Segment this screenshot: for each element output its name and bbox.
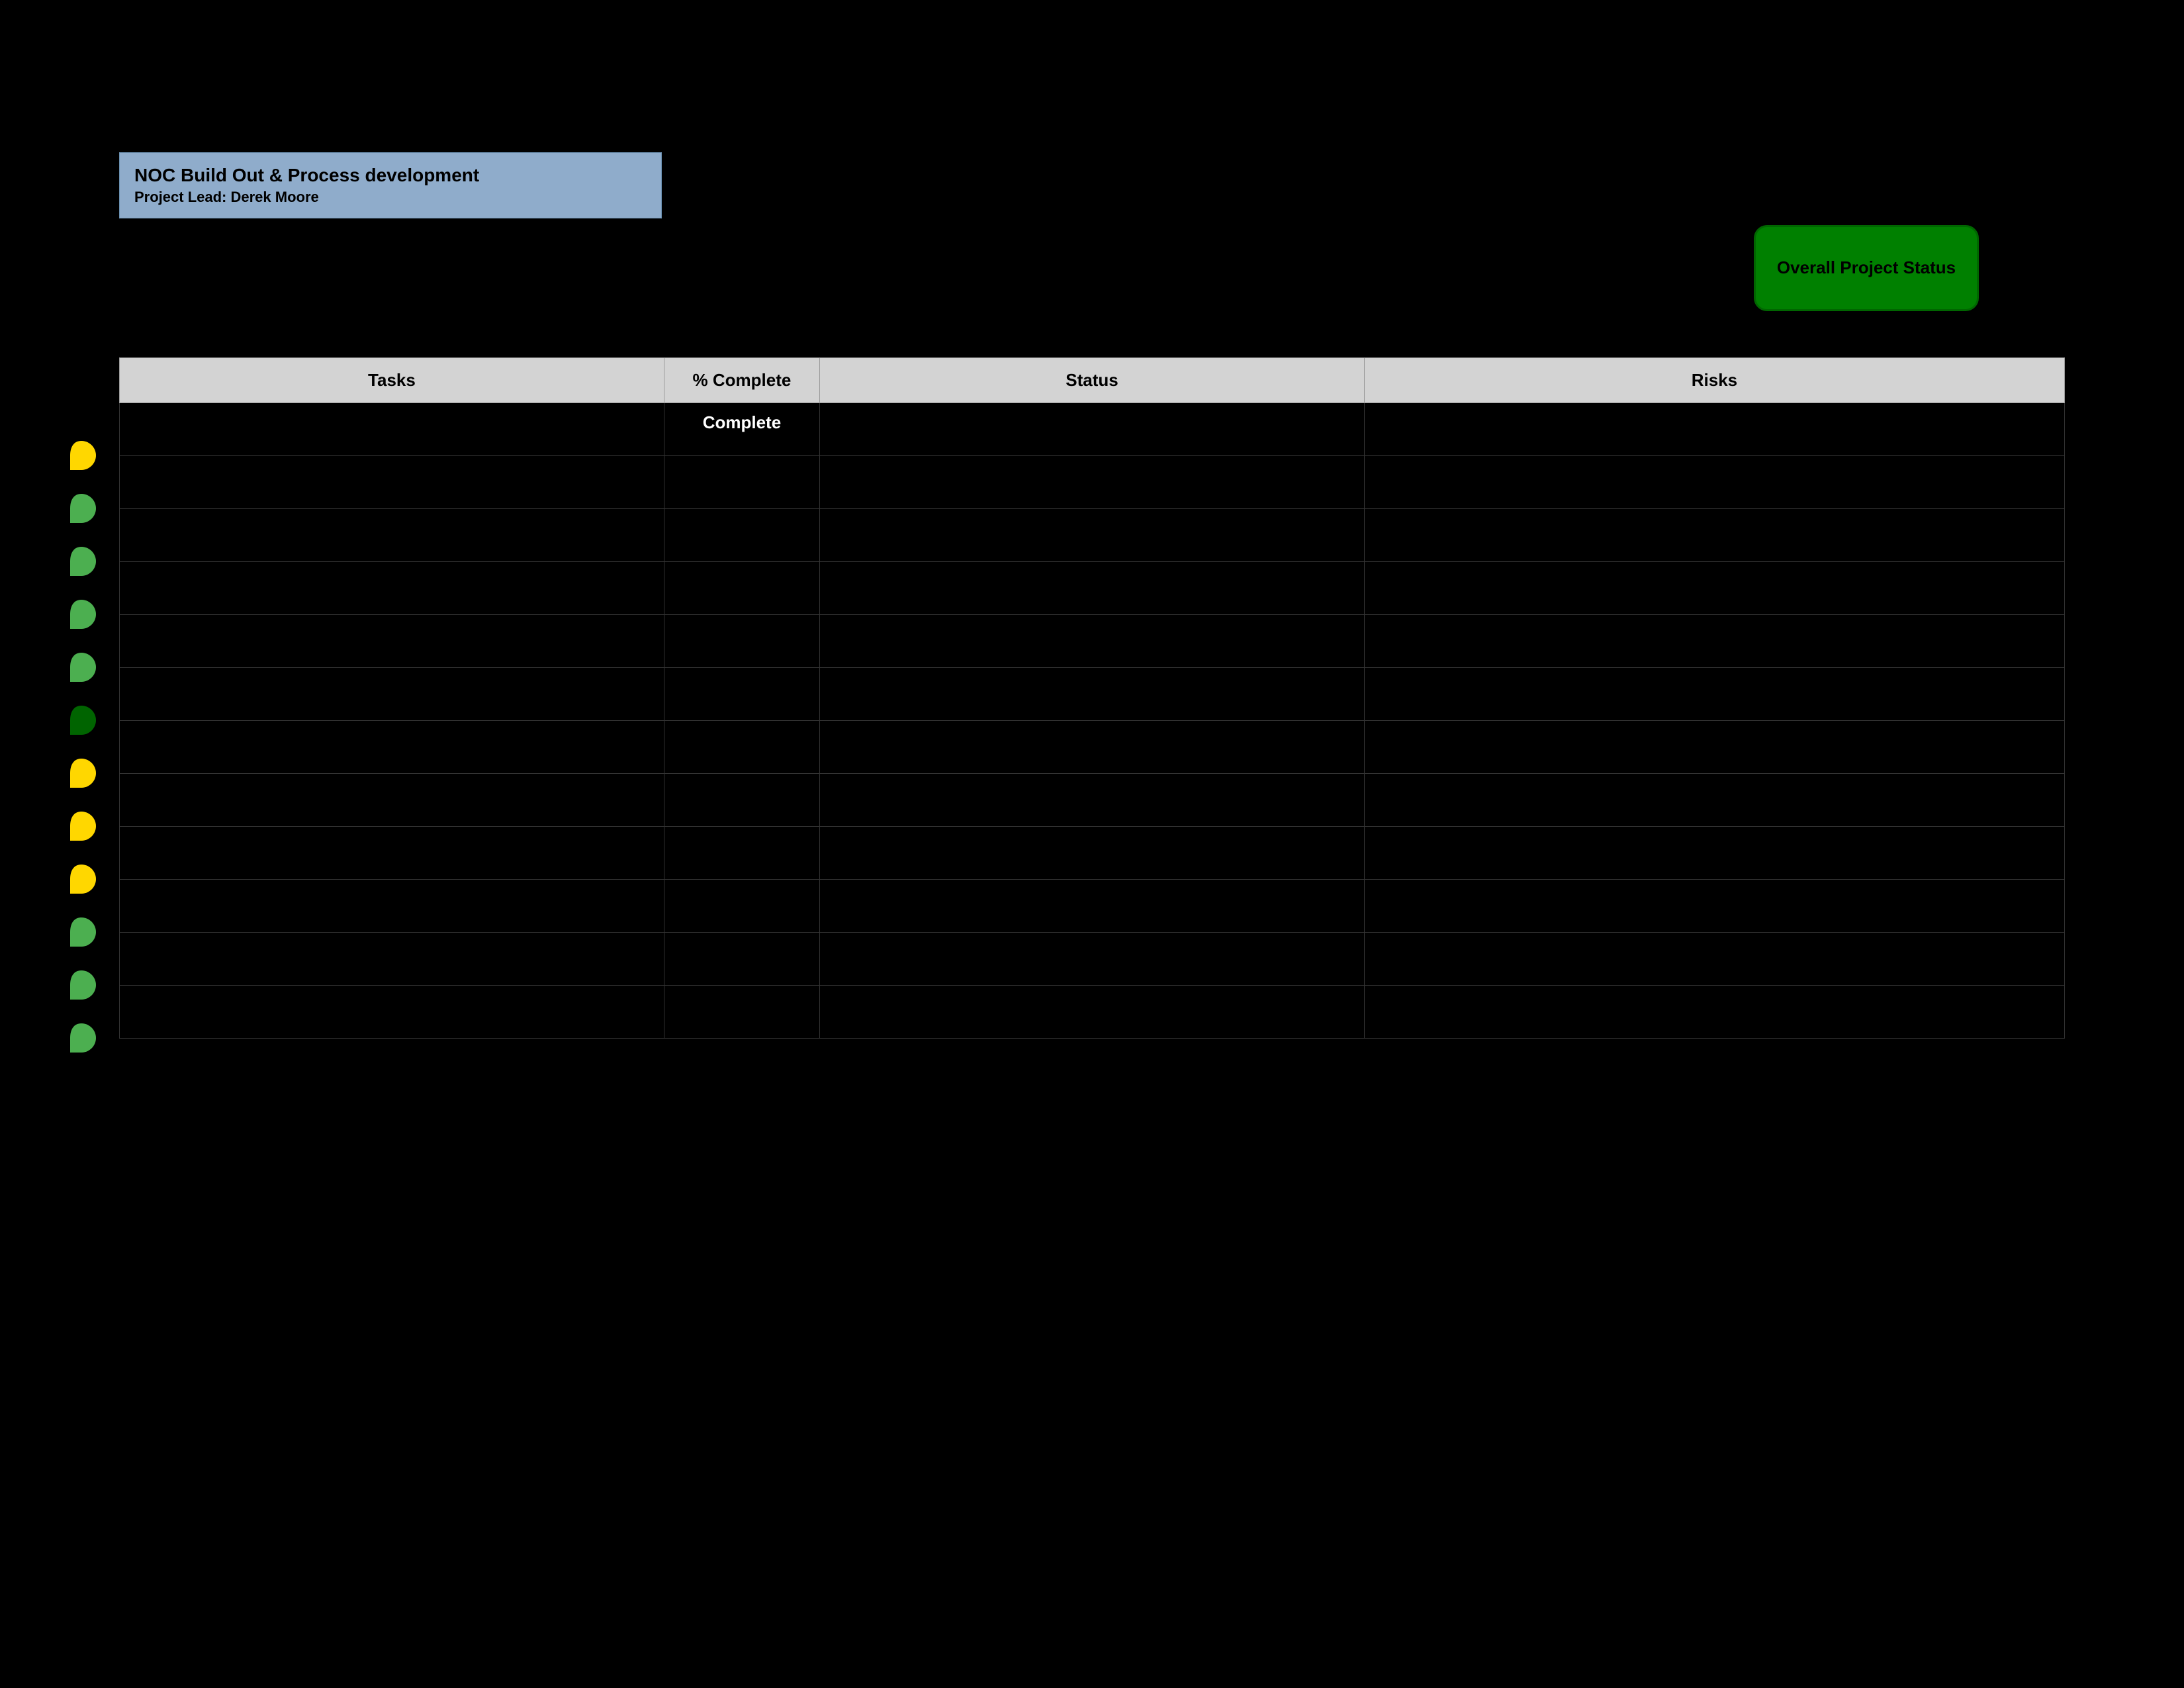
indicators-column [65,429,98,1064]
table-row [120,615,2065,668]
indicator-row [65,429,98,482]
indicator-row [65,906,98,959]
table-row [120,562,2065,615]
table-row [120,721,2065,774]
indicator-row [65,800,98,853]
col-header-complete: % Complete [664,358,819,403]
project-lead-label: Project Lead: [134,189,226,205]
indicator-row [65,482,98,535]
indicator-row [65,853,98,906]
project-lead: Project Lead: Derek Moore [134,189,647,206]
table-row: Complete [120,403,2065,456]
table-row [120,880,2065,933]
indicator-row [65,959,98,1011]
table-header-row: Tasks % Complete Status Risks [120,358,2065,403]
table-row [120,933,2065,986]
overall-status-button[interactable]: Overall Project Status [1754,225,1979,311]
col-header-tasks: Tasks [120,358,664,403]
indicator-row [65,694,98,747]
indicator-row [65,588,98,641]
project-title: NOC Build Out & Process development [134,165,647,186]
table-row [120,774,2065,827]
table-row [120,668,2065,721]
table-row [120,986,2065,1039]
tasks-table-container: Tasks % Complete Status Risks Complete [119,357,2065,1039]
table-row [120,456,2065,509]
project-lead-name: Derek Moore [231,189,319,205]
indicator-row [65,747,98,800]
tasks-table: Tasks % Complete Status Risks Complete [119,357,2065,1039]
indicator-row [65,1011,98,1064]
col-header-status: Status [820,358,1365,403]
overall-status-label: Overall Project Status [1777,257,1956,279]
table-row [120,509,2065,562]
table-row [120,827,2065,880]
indicator-row [65,641,98,694]
col-header-risks: Risks [1364,358,2064,403]
indicator-row [65,535,98,588]
project-header: NOC Build Out & Process development Proj… [119,152,662,218]
